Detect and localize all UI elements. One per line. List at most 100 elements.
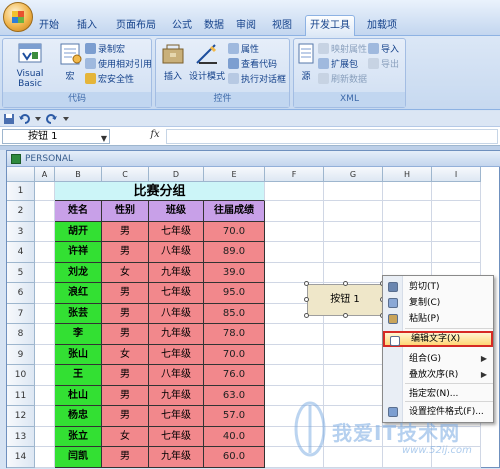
grid-cell[interactable] [324, 182, 383, 201]
grid-cell[interactable] [265, 242, 324, 263]
grid-cell[interactable] [265, 426, 324, 447]
table-cell[interactable]: 95.0 [204, 283, 265, 304]
grid-cell[interactable] [324, 406, 383, 427]
grid-cell[interactable] [324, 344, 383, 365]
import-button[interactable]: 导入 [368, 43, 399, 57]
table-cell[interactable]: 七年级 [149, 344, 204, 365]
tab-home[interactable]: 开始 [36, 16, 62, 36]
grid-cell[interactable] [35, 283, 55, 304]
row-header-1[interactable]: 1 [7, 182, 35, 201]
row-header-10[interactable]: 10 [7, 365, 35, 386]
form-button-control[interactable]: 按钮 1 [307, 284, 383, 316]
table-cell[interactable]: 40.0 [204, 426, 265, 447]
grid-cell[interactable] [265, 406, 324, 427]
customize-toolbar-icon[interactable] [62, 115, 70, 123]
table-cell[interactable]: 男 [102, 385, 149, 406]
refresh-data-button[interactable]: 刷新数据 [318, 73, 367, 87]
table-cell[interactable]: 57.0 [204, 406, 265, 427]
column-title[interactable]: 班级 [149, 201, 204, 222]
column-title[interactable]: 往届成绩 [204, 201, 265, 222]
undo-icon[interactable] [18, 113, 30, 125]
table-cell[interactable]: 张山 [55, 344, 102, 365]
dropdown-arrow-icon[interactable] [34, 115, 42, 123]
view-code-button[interactable]: 查看代码 [228, 58, 277, 72]
row-header-7[interactable]: 7 [7, 303, 35, 324]
table-cell[interactable]: 89.0 [204, 242, 265, 263]
table-cell[interactable]: 浪红 [55, 283, 102, 304]
macro-button[interactable]: 宏 [57, 41, 83, 82]
grid-cell[interactable] [265, 201, 324, 222]
column-header-a[interactable]: A [35, 167, 55, 182]
table-cell[interactable]: 九年级 [149, 447, 204, 468]
row-header-8[interactable]: 8 [7, 324, 35, 345]
table-cell[interactable]: 李 [55, 324, 102, 345]
grid-cell[interactable] [35, 385, 55, 406]
redo-icon[interactable] [46, 113, 58, 125]
grid-cell[interactable] [35, 262, 55, 283]
grid-cell[interactable] [35, 182, 55, 201]
column-header-d[interactable]: D [149, 167, 204, 182]
grid-cell[interactable] [383, 447, 432, 468]
properties-button[interactable]: 属性 [228, 43, 259, 57]
table-cell[interactable]: 张芸 [55, 303, 102, 324]
tab-page-layout[interactable]: 页面布局 [110, 16, 162, 36]
context-menu-item-7[interactable]: 设置控件格式(F)... [383, 404, 493, 420]
grid-cell[interactable] [265, 447, 324, 468]
table-cell[interactable]: 胡开 [55, 221, 102, 242]
table-cell[interactable]: 男 [102, 447, 149, 468]
select-all-corner[interactable] [7, 167, 35, 182]
table-cell[interactable]: 女 [102, 262, 149, 283]
context-menu-item-4[interactable]: 组合(G) ▶ [383, 351, 493, 367]
grid-cell[interactable] [324, 426, 383, 447]
table-cell[interactable]: 男 [102, 324, 149, 345]
row-header-2[interactable]: 2 [7, 201, 35, 222]
grid-cell[interactable] [265, 221, 324, 242]
table-cell[interactable]: 杜山 [55, 385, 102, 406]
table-cell[interactable]: 九年级 [149, 324, 204, 345]
table-cell[interactable]: 七年级 [149, 221, 204, 242]
macro-security-button[interactable]: 宏安全性 [85, 73, 134, 87]
grid-cell[interactable] [35, 324, 55, 345]
column-title[interactable]: 姓名 [55, 201, 102, 222]
formula-input[interactable] [166, 129, 498, 144]
record-macro-button[interactable]: 录制宏 [85, 43, 125, 57]
column-title[interactable]: 性别 [102, 201, 149, 222]
table-cell[interactable]: 闫凯 [55, 447, 102, 468]
expansion-packs-button[interactable]: 扩展包 [318, 58, 358, 72]
run-dialog-button[interactable]: 执行对话框 [228, 73, 286, 87]
grid-cell[interactable] [324, 221, 383, 242]
grid-cell[interactable] [432, 221, 481, 242]
row-header-4[interactable]: 4 [7, 242, 35, 263]
xml-source-button[interactable]: 源 [296, 41, 316, 82]
grid-cell[interactable] [35, 365, 55, 386]
table-cell[interactable]: 60.0 [204, 447, 265, 468]
table-title[interactable]: 比赛分组 [55, 182, 265, 201]
grid-cell[interactable] [35, 201, 55, 222]
grid-cell[interactable] [432, 242, 481, 263]
table-cell[interactable]: 八年级 [149, 242, 204, 263]
map-properties-button[interactable]: 映射属性 [318, 43, 367, 57]
resize-handle[interactable] [304, 281, 309, 286]
table-cell[interactable]: 女 [102, 426, 149, 447]
table-cell[interactable]: 女 [102, 344, 149, 365]
grid-cell[interactable] [432, 182, 481, 201]
context-menu-item-2[interactable]: 粘贴(P) [383, 311, 493, 327]
grid-cell[interactable] [324, 262, 383, 283]
table-cell[interactable]: 男 [102, 365, 149, 386]
tab-review[interactable]: 审阅 [232, 16, 260, 36]
column-header-c[interactable]: C [102, 167, 149, 182]
table-cell[interactable]: 男 [102, 406, 149, 427]
column-header-b[interactable]: B [55, 167, 102, 182]
table-cell[interactable]: 张立 [55, 426, 102, 447]
grid-cell[interactable] [265, 324, 324, 345]
table-cell[interactable]: 男 [102, 303, 149, 324]
grid-cell[interactable] [324, 365, 383, 386]
grid-cell[interactable] [324, 242, 383, 263]
context-menu-item-3[interactable]: 编辑文字(X) [383, 331, 493, 347]
save-icon[interactable] [3, 113, 15, 125]
resize-handle[interactable] [343, 313, 348, 318]
grid-cell[interactable] [265, 262, 324, 283]
tab-insert[interactable]: 插入 [72, 16, 102, 36]
grid-cell[interactable] [35, 344, 55, 365]
row-header-12[interactable]: 12 [7, 406, 35, 427]
